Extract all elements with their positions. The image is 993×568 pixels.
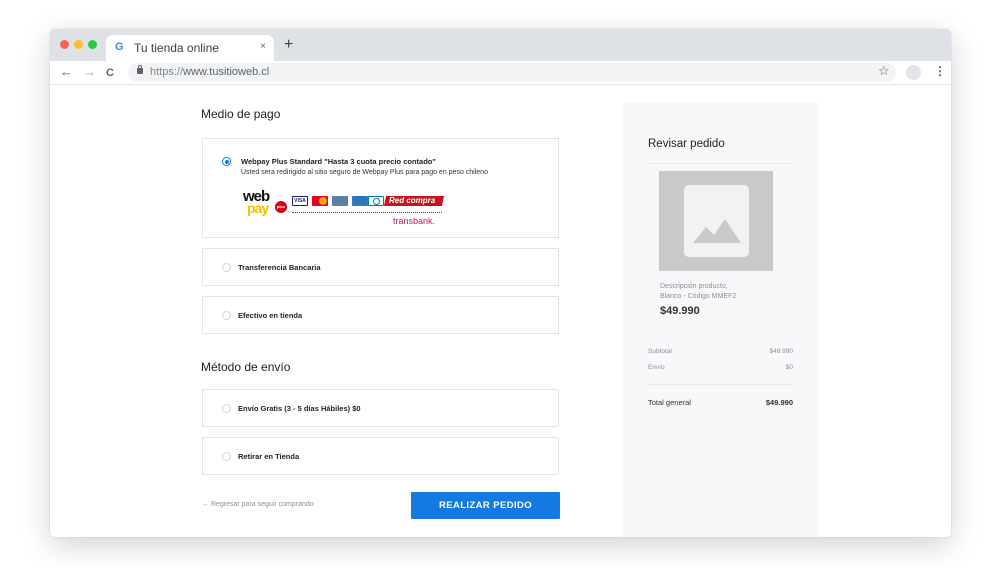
close-window-button[interactable] bbox=[60, 40, 69, 49]
divider bbox=[648, 384, 793, 385]
envio-gratis-label: Envío Gratis (3 - 5 días Hábiles) $0 bbox=[238, 404, 361, 413]
amex-card-icon bbox=[352, 196, 368, 206]
place-order-button[interactable]: REALIZAR PEDIDO bbox=[411, 492, 560, 519]
diners-card-icon bbox=[368, 196, 384, 206]
browser-titlebar: G Tu tienda online × + bbox=[50, 29, 951, 61]
payment-option-transferencia[interactable]: Transferencia Bancaria bbox=[202, 248, 559, 286]
browser-menu-icon[interactable]: ⋮ bbox=[934, 64, 946, 78]
reload-icon[interactable]: C bbox=[106, 65, 114, 81]
webpay-radio[interactable] bbox=[222, 157, 231, 166]
back-arrow-icon[interactable]: ← bbox=[60, 64, 73, 80]
minimize-window-button[interactable] bbox=[74, 40, 83, 49]
divider bbox=[648, 163, 793, 164]
payment-heading: Medio de pago bbox=[201, 107, 281, 121]
payment-option-efectivo[interactable]: Efectivo en tienda bbox=[202, 296, 559, 334]
product-description-line1: Descripción producto, bbox=[660, 283, 728, 290]
envio-gratis-radio[interactable] bbox=[222, 404, 231, 413]
maximize-window-button[interactable] bbox=[88, 40, 97, 49]
shipping-cost-value: $0 bbox=[785, 364, 793, 371]
order-summary-heading: Revisar pedido bbox=[648, 138, 725, 150]
transbank-logo: transbank. bbox=[393, 216, 436, 226]
shipping-heading: Método de envío bbox=[201, 360, 291, 374]
url-protocol: https:// bbox=[150, 66, 184, 78]
total-label: Total general bbox=[648, 398, 691, 407]
continue-shopping-link[interactable]: ← Regresar para seguir comprando bbox=[202, 501, 314, 508]
browser-tab[interactable]: G Tu tienda online × bbox=[106, 35, 274, 61]
bookmark-star-icon[interactable]: ☆ bbox=[878, 63, 890, 79]
transbank-dotted-line bbox=[292, 212, 442, 213]
payment-option-webpay[interactable]: Webpay Plus Standard "Hasta 3 cuota prec… bbox=[202, 138, 559, 238]
total-row: Total general $49.990 bbox=[648, 398, 793, 407]
lock-icon bbox=[137, 65, 143, 74]
profile-avatar[interactable] bbox=[906, 65, 921, 80]
efectivo-label: Efectivo en tienda bbox=[238, 311, 303, 320]
checkout-page: Medio de pago Webpay Plus Standard "Hast… bbox=[50, 86, 951, 537]
google-favicon-icon: G bbox=[115, 41, 124, 53]
retiro-radio[interactable] bbox=[222, 452, 231, 461]
redcompra-logo: Red compra bbox=[383, 196, 445, 208]
url-host: www.tusitioweb.cl bbox=[183, 66, 270, 78]
transferencia-radio[interactable] bbox=[222, 263, 231, 272]
browser-window: G Tu tienda online × + ← → C https://www… bbox=[50, 29, 951, 537]
shipping-cost-row: Envío $0 bbox=[648, 364, 793, 371]
order-summary-panel: Revisar pedido Descripción producto, Bla… bbox=[623, 103, 818, 537]
shipping-option-gratis[interactable]: Envío Gratis (3 - 5 días Hábiles) $0 bbox=[202, 389, 559, 427]
new-tab-button[interactable]: + bbox=[284, 37, 293, 53]
efectivo-radio[interactable] bbox=[222, 311, 231, 320]
mastercard-icon bbox=[312, 196, 328, 206]
webpay-label: Webpay Plus Standard "Hasta 3 cuota prec… bbox=[241, 157, 436, 166]
product-price: $49.990 bbox=[660, 305, 700, 317]
subtotal-label: Subtotal bbox=[648, 348, 672, 355]
subtotal-row: Subtotal $49.990 bbox=[648, 348, 793, 355]
tab-title: Tu tienda online bbox=[134, 41, 219, 55]
forward-arrow-icon[interactable]: → bbox=[83, 64, 96, 80]
magna-card-icon bbox=[332, 196, 348, 206]
total-value: $49.990 bbox=[765, 398, 793, 407]
retiro-label: Retirar en Tienda bbox=[238, 452, 300, 461]
tab-close-icon[interactable]: × bbox=[260, 41, 266, 52]
webpay-description: Usted sera redirigido al sitio seguro de… bbox=[241, 169, 488, 176]
webpay-plus-badge: plus bbox=[275, 201, 287, 213]
address-bar[interactable]: https://www.tusitioweb.cl bbox=[128, 63, 896, 82]
browser-toolbar: ← → C https://www.tusitioweb.cl ☆ ⋮ bbox=[50, 61, 951, 85]
redcompra-text: Red compra bbox=[389, 196, 436, 205]
image-placeholder-icon bbox=[684, 185, 749, 257]
visa-card-icon: VISA bbox=[292, 196, 308, 206]
transferencia-label: Transferencia Bancaria bbox=[238, 263, 321, 272]
product-image-placeholder bbox=[659, 171, 773, 271]
webpay-logo: web pay plus bbox=[243, 188, 293, 219]
product-description-line2: Blanco - Código MMEF2 bbox=[660, 293, 737, 300]
subtotal-value: $49.990 bbox=[769, 348, 794, 355]
shipping-cost-label: Envío bbox=[648, 364, 665, 371]
shipping-option-retiro[interactable]: Retirar en Tienda bbox=[202, 437, 559, 475]
url-text: https://www.tusitioweb.cl bbox=[150, 66, 269, 78]
webpay-logo-pay: pay bbox=[247, 200, 269, 216]
